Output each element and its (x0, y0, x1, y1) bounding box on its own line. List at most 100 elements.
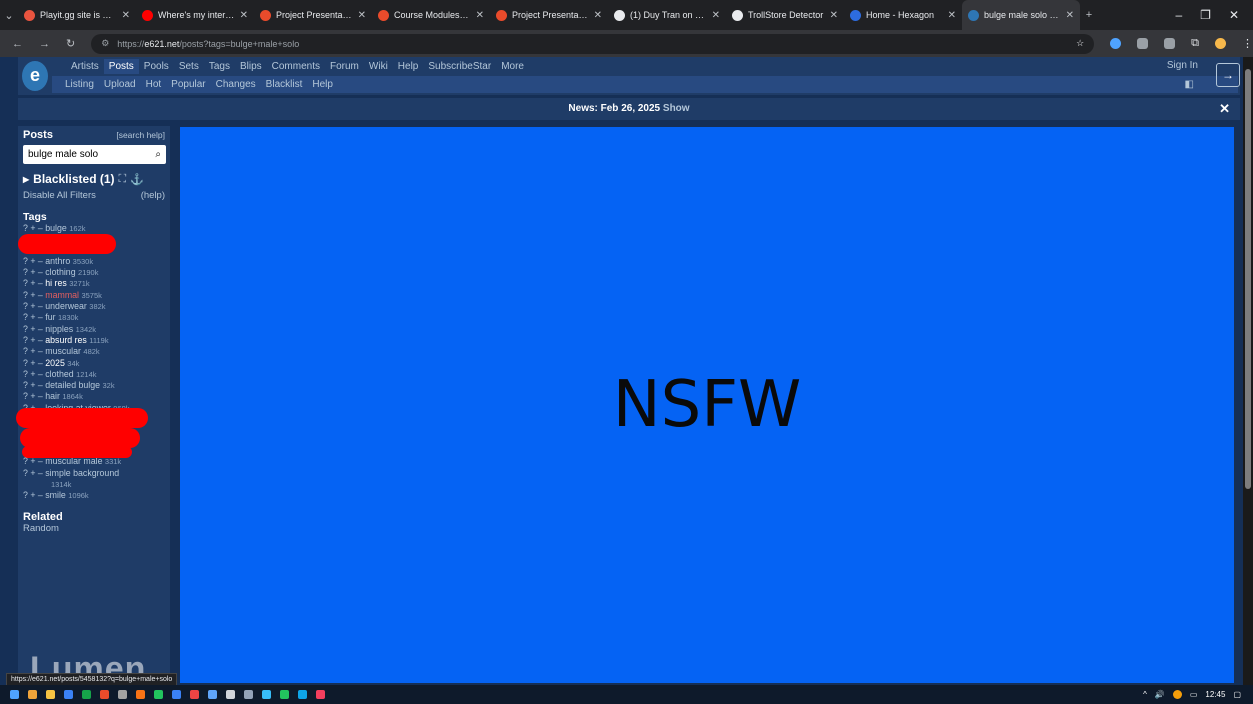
search-input[interactable]: bulge male solo ⌕ (23, 145, 166, 164)
taskbar-app-icon[interactable] (82, 690, 91, 699)
reload-icon[interactable]: ↻ (66, 37, 75, 50)
nav-item-wiki[interactable]: Wiki (364, 59, 393, 74)
nav-item-blips[interactable]: Blips (235, 59, 267, 74)
tab-close-icon[interactable]: ✕ (358, 10, 366, 21)
tag-actions[interactable]: ? + – (23, 256, 45, 266)
volume-icon[interactable]: 🔊 (1155, 690, 1165, 699)
taskbar-app-icon[interactable] (64, 690, 73, 699)
tag-actions[interactable]: ? + – (23, 301, 45, 311)
nav-item-sets[interactable]: Sets (174, 59, 204, 74)
nav-item-forum[interactable]: Forum (325, 59, 364, 74)
taskbar-app-icon[interactable] (154, 690, 163, 699)
tag-name-link[interactable]: hair (45, 391, 60, 401)
nav-item-comments[interactable]: Comments (267, 59, 325, 74)
whatsapp-icon[interactable] (280, 690, 289, 699)
random-link[interactable]: Random (23, 523, 165, 534)
close-window-icon[interactable]: ✕ (1229, 8, 1239, 22)
browser-tab[interactable]: TrollStore Detector ✕ (726, 0, 844, 30)
notification-icon[interactable]: ▢ (1233, 690, 1241, 699)
tag-name-link[interactable]: nipples (45, 324, 73, 334)
tag-actions[interactable]: ? + – (23, 312, 45, 322)
subnav-item-blacklist[interactable]: Blacklist (261, 79, 308, 90)
nav-item-pools[interactable]: Pools (139, 59, 174, 74)
tab-close-icon[interactable]: ✕ (240, 10, 248, 21)
tag-actions[interactable]: ? + – (23, 468, 45, 478)
subnav-item-upload[interactable]: Upload (99, 79, 141, 90)
subnav-item-help[interactable]: Help (307, 79, 338, 90)
tag-actions[interactable]: ? + – (23, 490, 45, 500)
subnav-item-popular[interactable]: Popular (166, 79, 210, 90)
taskbar-app-icon[interactable] (100, 690, 109, 699)
menu-kebab-icon[interactable]: ⋮ (1242, 37, 1253, 50)
chrome-tray-icon[interactable] (1172, 690, 1182, 699)
minimize-icon[interactable]: – (1175, 8, 1182, 22)
taskbar-app-icon[interactable] (172, 690, 181, 699)
back-arrow-icon[interactable]: ← (12, 38, 23, 50)
tag-actions[interactable]: ? + – (23, 335, 45, 345)
extension-icon[interactable] (1137, 38, 1149, 49)
tag-actions[interactable]: ? + – (23, 346, 45, 356)
nav-item-help[interactable]: Help (393, 59, 424, 74)
page-scrollbar[interactable] (1243, 57, 1253, 685)
blacklist-toggle[interactable]: ▶ Blacklisted (1) ⛶ ⚓ (23, 172, 165, 186)
nav-item-posts[interactable]: Posts (103, 59, 139, 74)
tab-search-chevron-icon[interactable]: ⌄ (0, 9, 18, 22)
anchor-icon[interactable]: ⚓ (130, 173, 144, 186)
new-tab-plus-icon[interactable]: + (1080, 9, 1098, 21)
bookmark-star-icon[interactable]: ☆ (1076, 38, 1094, 49)
close-icon[interactable]: ✕ (1219, 98, 1230, 120)
windows-start-icon[interactable] (10, 690, 19, 699)
network-icon[interactable]: ▭ (1190, 690, 1198, 699)
extensions-puzzle-icon[interactable]: ⧉ (1191, 37, 1199, 50)
search-help-link[interactable]: [search help] (116, 130, 165, 140)
search-icon[interactable]: ⌕ (155, 149, 161, 160)
browser-tab[interactable]: Where's my interior? ✕ (136, 0, 254, 30)
browser-tab[interactable]: (1) Duy Tran on X: "S ✕ (608, 0, 726, 30)
subnav-item-listing[interactable]: Listing (60, 79, 99, 90)
profile-avatar[interactable] (1215, 38, 1226, 49)
taskbar-app-icon[interactable] (28, 690, 37, 699)
tag-actions[interactable]: ? + – (23, 267, 45, 277)
tag-name-link[interactable]: 2025 (45, 358, 65, 368)
subnav-item-changes[interactable]: Changes (211, 79, 261, 90)
site-logo[interactable]: e (22, 61, 48, 91)
taskbar-app-icon[interactable] (316, 690, 325, 699)
scrollbar-thumb[interactable] (1245, 69, 1251, 489)
sign-in-link[interactable]: Sign In (1167, 60, 1198, 71)
nav-item-artists[interactable]: Artists (66, 59, 104, 74)
tag-name-link[interactable]: underwear (45, 301, 87, 311)
taskbar-app-icon[interactable] (298, 690, 307, 699)
tag-actions[interactable]: ? + – (23, 290, 45, 300)
site-info-icon[interactable]: ⚙ (101, 38, 109, 49)
browser-tab[interactable]: Project Presentation ✕ (490, 0, 608, 30)
tag-actions[interactable]: ? + – (23, 391, 45, 401)
tag-name-link[interactable]: fur (45, 312, 55, 322)
tab-close-icon[interactable]: ✕ (830, 10, 838, 21)
taskbar-app-icon[interactable] (226, 690, 235, 699)
browser-tab[interactable]: bulge male solo - e6 ✕ (962, 0, 1080, 30)
tag-name-link[interactable]: anthro (45, 256, 70, 266)
restore-icon[interactable]: ❐ (1200, 8, 1211, 22)
tag-name-link[interactable]: simple background (45, 468, 119, 478)
tab-close-icon[interactable]: ✕ (712, 10, 720, 21)
disable-filters-link[interactable]: Disable All Filters (23, 190, 96, 201)
browser-tab[interactable]: Course Modules: BSC ✕ (372, 0, 490, 30)
taskbar-app-icon[interactable] (208, 690, 217, 699)
file-explorer-icon[interactable] (46, 690, 55, 699)
clock-time[interactable]: 12:45 (1205, 690, 1225, 699)
tag-name-link[interactable]: detailed bulge (45, 380, 100, 390)
tab-close-icon[interactable]: ✕ (476, 10, 484, 21)
taskbar-app-icon[interactable] (262, 690, 271, 699)
focus-frame-icon[interactable]: ⛶ (119, 173, 127, 186)
tab-close-icon[interactable]: ✕ (948, 10, 956, 21)
tag-name-link[interactable]: absurd res (45, 335, 87, 345)
news-show-link[interactable]: Show (663, 103, 690, 114)
post-image-area[interactable]: NSFW (180, 127, 1234, 683)
tag-actions[interactable]: ? + – (23, 380, 45, 390)
browser-tab[interactable]: Project Presentation ✕ (254, 0, 372, 30)
nav-item-more[interactable]: More (496, 59, 529, 74)
tag-name-link[interactable]: mammal (45, 290, 79, 300)
taskbar-app-icon[interactable] (136, 690, 145, 699)
tag-actions[interactable]: ? + – (23, 324, 45, 334)
tab-close-icon[interactable]: ✕ (122, 10, 130, 21)
